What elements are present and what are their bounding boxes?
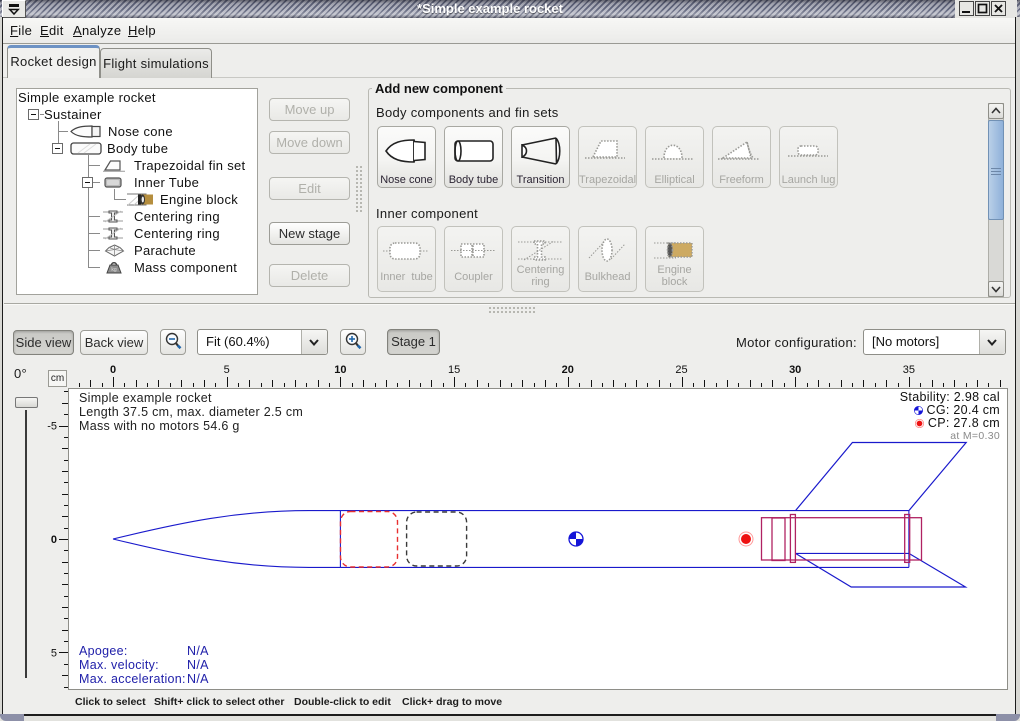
svg-text:0: 0 xyxy=(51,534,57,546)
svg-text:0: 0 xyxy=(110,364,116,376)
svg-text:35: 35 xyxy=(903,364,915,376)
svg-text:10: 10 xyxy=(334,364,346,376)
svg-text:20: 20 xyxy=(562,364,574,376)
svg-text:30: 30 xyxy=(789,364,801,376)
svg-text:5: 5 xyxy=(51,648,57,660)
svg-text:25: 25 xyxy=(675,364,687,376)
svg-text:5: 5 xyxy=(224,364,230,376)
svg-text:-5: -5 xyxy=(47,421,57,433)
svg-text:kg: kg xyxy=(111,267,117,273)
svg-text:15: 15 xyxy=(448,364,460,376)
